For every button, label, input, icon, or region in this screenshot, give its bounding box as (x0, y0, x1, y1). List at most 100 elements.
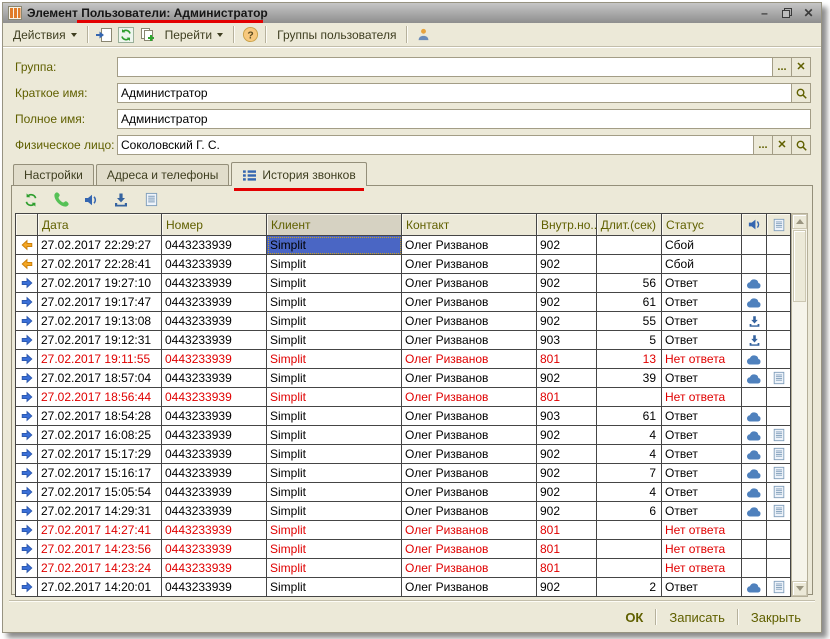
refresh-list-button[interactable] (21, 190, 41, 210)
cell-log[interactable] (767, 236, 791, 255)
cell-direction[interactable] (16, 559, 38, 578)
table-row[interactable]: 27.02.2017 14:27:410443233939SimplitОлег… (16, 521, 791, 540)
goto-button[interactable]: Перейти (159, 26, 230, 44)
listen-button[interactable] (81, 190, 101, 210)
cell-audio[interactable] (742, 350, 767, 369)
cell-client[interactable]: Simplit (267, 255, 402, 274)
cell-date[interactable]: 27.02.2017 14:20:01 (38, 578, 162, 597)
cell-log[interactable] (767, 559, 791, 578)
call-button[interactable] (51, 190, 71, 210)
cell-audio[interactable] (742, 293, 767, 312)
cell-contact[interactable]: Олег Ризванов (402, 445, 537, 464)
cell-contact[interactable]: Олег Ризванов (402, 407, 537, 426)
cell-direction[interactable] (16, 274, 38, 293)
cell-date[interactable]: 27.02.2017 14:27:41 (38, 521, 162, 540)
table-row[interactable]: 27.02.2017 14:29:310443233939SimplitОлег… (16, 502, 791, 521)
cell-log[interactable] (767, 350, 791, 369)
cell-audio[interactable] (742, 369, 767, 388)
cell-number[interactable]: 0443233939 (162, 445, 267, 464)
cell-number[interactable]: 0443233939 (162, 559, 267, 578)
cell-duration[interactable] (597, 236, 662, 255)
cell-date[interactable]: 27.02.2017 19:12:31 (38, 331, 162, 350)
cell-contact[interactable]: Олег Ризванов (402, 255, 537, 274)
cell-number[interactable]: 0443233939 (162, 331, 267, 350)
cell-internal-number[interactable]: 903 (537, 407, 597, 426)
person-clear-button[interactable]: ✕ (773, 135, 792, 155)
cell-audio[interactable] (742, 559, 767, 578)
cell-contact[interactable]: Олег Ризванов (402, 521, 537, 540)
table-row[interactable]: 27.02.2017 19:12:310443233939SimplitОлег… (16, 331, 791, 350)
scroll-up-button[interactable] (792, 214, 807, 229)
cell-duration[interactable]: 4 (597, 445, 662, 464)
cell-internal-number[interactable]: 902 (537, 426, 597, 445)
cell-duration[interactable]: 7 (597, 464, 662, 483)
cell-audio[interactable] (742, 236, 767, 255)
cell-duration[interactable]: 4 (597, 483, 662, 502)
cell-duration[interactable]: 5 (597, 331, 662, 350)
actions-button[interactable]: Действия (7, 26, 83, 44)
cell-audio[interactable] (742, 407, 767, 426)
cell-direction[interactable] (16, 331, 38, 350)
tab-settings[interactable]: Настройки (13, 164, 94, 185)
column-header-number[interactable]: Номер (162, 214, 267, 236)
ok-button[interactable]: ОК (613, 608, 655, 627)
table-row[interactable]: 27.02.2017 18:57:040443233939SimplitОлег… (16, 369, 791, 388)
help-button[interactable]: ? (239, 25, 261, 45)
cell-direction[interactable] (16, 483, 38, 502)
cell-number[interactable]: 0443233939 (162, 464, 267, 483)
cell-duration[interactable]: 6 (597, 502, 662, 521)
cell-internal-number[interactable]: 801 (537, 559, 597, 578)
cell-internal-number[interactable]: 902 (537, 502, 597, 521)
cell-date[interactable]: 27.02.2017 22:28:41 (38, 255, 162, 274)
download-record-button[interactable] (111, 190, 131, 210)
cell-duration[interactable]: 61 (597, 407, 662, 426)
short-name-field[interactable] (117, 83, 792, 103)
cell-log[interactable] (767, 483, 791, 502)
cell-direction[interactable] (16, 388, 38, 407)
cell-contact[interactable]: Олег Ризванов (402, 540, 537, 559)
cell-direction[interactable] (16, 464, 38, 483)
save-button[interactable]: Записать (657, 608, 737, 627)
cell-number[interactable]: 0443233939 (162, 274, 267, 293)
cell-internal-number[interactable]: 902 (537, 483, 597, 502)
table-row[interactable]: 27.02.2017 16:08:250443233939SimplitОлег… (16, 426, 791, 445)
cell-contact[interactable]: Олег Ризванов (402, 502, 537, 521)
cell-direction[interactable] (16, 426, 38, 445)
cell-internal-number[interactable]: 902 (537, 578, 597, 597)
cell-duration[interactable]: 61 (597, 293, 662, 312)
cell-status[interactable]: Ответ (662, 502, 742, 521)
cell-contact[interactable]: Олег Ризванов (402, 293, 537, 312)
cell-contact[interactable]: Олег Ризванов (402, 369, 537, 388)
cell-log[interactable] (767, 445, 791, 464)
cell-contact[interactable]: Олег Ризванов (402, 483, 537, 502)
cell-client[interactable]: Simplit (267, 559, 402, 578)
cell-audio[interactable] (742, 388, 767, 407)
cell-audio[interactable] (742, 502, 767, 521)
save-close-button[interactable] (93, 25, 115, 45)
cell-status[interactable]: Ответ (662, 578, 742, 597)
cell-internal-number[interactable]: 902 (537, 236, 597, 255)
cell-duration[interactable]: 56 (597, 274, 662, 293)
close-button[interactable]: ✕ (801, 6, 816, 20)
cell-client[interactable]: Simplit (267, 464, 402, 483)
cell-status[interactable]: Нет ответа (662, 388, 742, 407)
cell-log[interactable] (767, 464, 791, 483)
cell-number[interactable]: 0443233939 (162, 483, 267, 502)
cell-date[interactable]: 27.02.2017 18:54:28 (38, 407, 162, 426)
cell-status[interactable]: Ответ (662, 293, 742, 312)
cell-client[interactable]: Simplit (267, 331, 402, 350)
cell-date[interactable]: 27.02.2017 18:56:44 (38, 388, 162, 407)
cell-number[interactable]: 0443233939 (162, 369, 267, 388)
cell-status[interactable]: Ответ (662, 483, 742, 502)
cell-number[interactable]: 0443233939 (162, 578, 267, 597)
cell-client[interactable]: Simplit (267, 274, 402, 293)
user-groups-button[interactable]: Группы пользователя (271, 26, 402, 44)
cell-date[interactable]: 27.02.2017 19:17:47 (38, 293, 162, 312)
vertical-scrollbar[interactable] (791, 213, 808, 597)
cell-internal-number[interactable]: 801 (537, 350, 597, 369)
cell-client[interactable]: Simplit (267, 369, 402, 388)
cell-number[interactable]: 0443233939 (162, 255, 267, 274)
cell-direction[interactable] (16, 312, 38, 331)
scrollbar-thumb[interactable] (793, 230, 806, 302)
person-magnify-button[interactable] (792, 135, 811, 155)
